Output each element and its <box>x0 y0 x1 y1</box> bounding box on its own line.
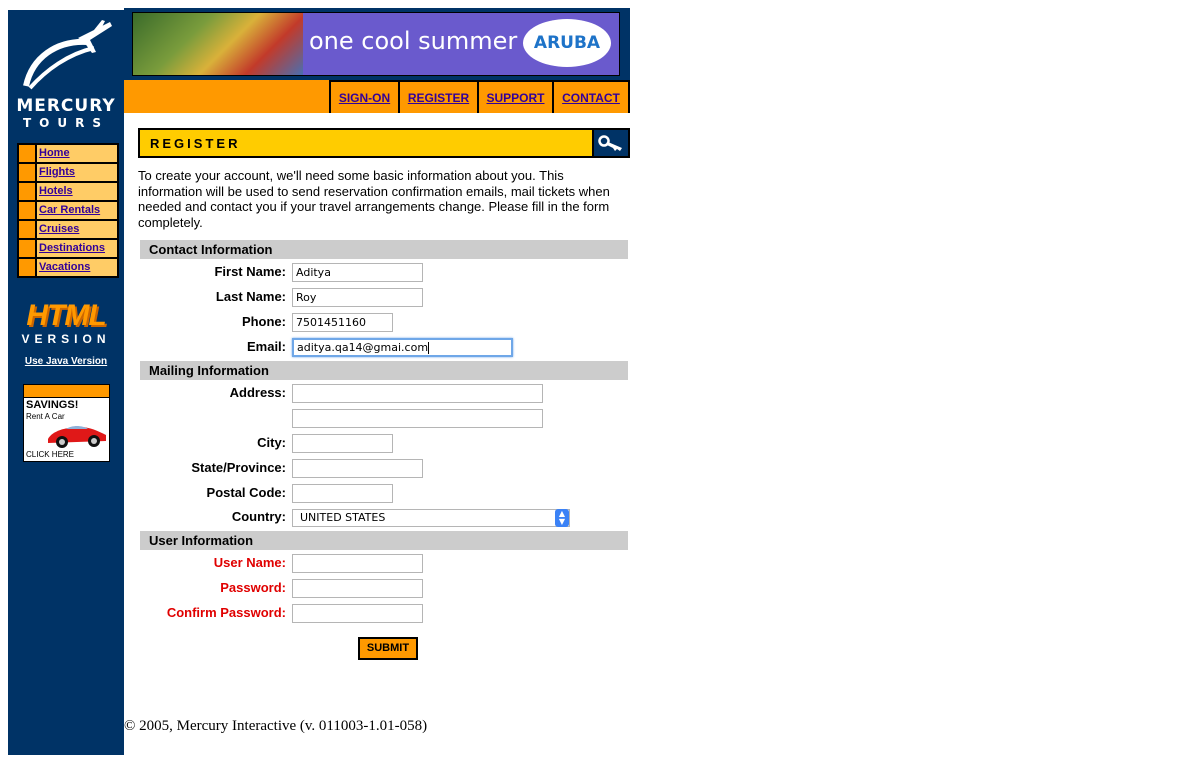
java-version-link[interactable]: Use Java Version <box>8 356 124 367</box>
aruba-logo: ARUBA <box>523 19 611 67</box>
banner-photo <box>133 13 303 75</box>
tab-sign-on[interactable]: SIGN-ON <box>329 80 398 113</box>
banner-tagline: one cool summer <box>309 27 518 55</box>
brand-subname: TOURS <box>22 116 109 130</box>
text-caret <box>428 342 430 354</box>
password-label: Password: <box>220 580 286 595</box>
tab-support[interactable]: SUPPORT <box>477 80 552 113</box>
nav-bullet <box>19 183 35 200</box>
address-line1-field[interactable] <box>292 384 543 403</box>
email-value: aditya.qa14@gmai.com <box>297 341 429 354</box>
state-label: State/Province: <box>191 460 286 475</box>
left-nav-menu: Home Flights Hotels Car Rentals Cruises … <box>17 143 119 278</box>
nav-bullet <box>19 221 35 238</box>
intro-text: To create your account, we'll need some … <box>138 168 610 230</box>
nav-item-cruises: Cruises <box>19 221 117 238</box>
last-name-field[interactable]: Roy <box>292 288 423 307</box>
nav-link-flights[interactable]: Flights <box>37 164 117 181</box>
tab-contact[interactable]: CONTACT <box>552 80 630 113</box>
username-field[interactable] <box>292 554 423 573</box>
nav-item-destinations: Destinations <box>19 240 117 257</box>
select-arrows-icon: ▲ ▼ <box>555 509 569 527</box>
plane-swoosh-icon <box>23 20 112 90</box>
phone-field[interactable]: 7501451160 <box>292 313 393 332</box>
page-title: REGISTER <box>150 136 241 151</box>
nav-item-car-rentals: Car Rentals <box>19 202 117 219</box>
top-nav-tabs: SIGN-ON REGISTER SUPPORT CONTACT <box>329 80 630 113</box>
submit-button[interactable]: SUBMIT <box>358 637 418 660</box>
brand-name: MERCURY <box>16 96 116 116</box>
nav-item-hotels: Hotels <box>19 183 117 200</box>
footer-copyright: © 2005, Mercury Interactive (v. 011003-1… <box>124 718 428 734</box>
country-select[interactable]: UNITED STATES ▲ ▼ <box>292 509 570 527</box>
nav-bullet <box>19 202 35 219</box>
aruba-banner-ad[interactable]: one cool summer ARUBA <box>132 12 620 76</box>
city-field[interactable] <box>292 434 393 453</box>
mercury-tours-logo[interactable]: MERCURY TOURS <box>16 18 116 130</box>
left-sidebar: MERCURY TOURS Home Flights Hotels Car Re… <box>8 10 124 755</box>
password-field[interactable] <box>292 579 423 598</box>
nav-item-home: Home <box>19 145 117 162</box>
nav-link-home[interactable]: Home <box>37 145 117 162</box>
ad-cta: CLICK HERE <box>26 450 75 459</box>
email-field[interactable]: aditya.qa14@gmai.com <box>292 338 513 357</box>
first-name-field[interactable]: Aditya <box>292 263 423 282</box>
nav-bullet <box>19 240 35 257</box>
nav-link-cruises[interactable]: Cruises <box>37 221 117 238</box>
section-user-information: User Information <box>140 531 628 550</box>
phone-label: Phone: <box>241 314 286 329</box>
key-icon-box <box>592 130 628 156</box>
country-selected-value: UNITED STATES <box>300 511 386 524</box>
nav-link-hotels[interactable]: Hotels <box>37 183 117 200</box>
top-nav-bar: SIGN-ON REGISTER SUPPORT CONTACT <box>124 80 630 113</box>
nav-bullet <box>19 164 35 181</box>
nav-link-car-rentals[interactable]: Car Rentals <box>37 202 117 219</box>
confirm-password-label: Confirm Password: <box>166 605 286 620</box>
first-name-label: First Name: <box>214 264 286 279</box>
section-mailing-information: Mailing Information <box>140 361 628 380</box>
last-name-label: Last Name: <box>215 289 286 304</box>
username-label: User Name: <box>213 555 286 570</box>
state-field[interactable] <box>292 459 423 478</box>
address-line2-field[interactable] <box>292 409 543 428</box>
nav-bullet <box>19 145 35 162</box>
key-icon <box>598 135 622 151</box>
address-label: Address: <box>229 385 286 400</box>
postal-code-field[interactable] <box>292 484 393 503</box>
email-label: Email: <box>246 339 286 354</box>
nav-item-flights: Flights <box>19 164 117 181</box>
section-contact-information: Contact Information <box>140 240 628 259</box>
ad-headline: SAVINGS! <box>26 399 79 411</box>
nav-link-destinations[interactable]: Destinations <box>37 240 117 257</box>
postal-code-label: Postal Code: <box>206 485 286 500</box>
city-label: City: <box>257 435 286 450</box>
banner-area: one cool summer ARUBA <box>124 8 630 80</box>
confirm-password-field[interactable] <box>292 604 423 623</box>
tab-register[interactable]: REGISTER <box>398 80 477 113</box>
register-header: REGISTER <box>138 128 630 158</box>
country-label: Country: <box>231 509 286 524</box>
